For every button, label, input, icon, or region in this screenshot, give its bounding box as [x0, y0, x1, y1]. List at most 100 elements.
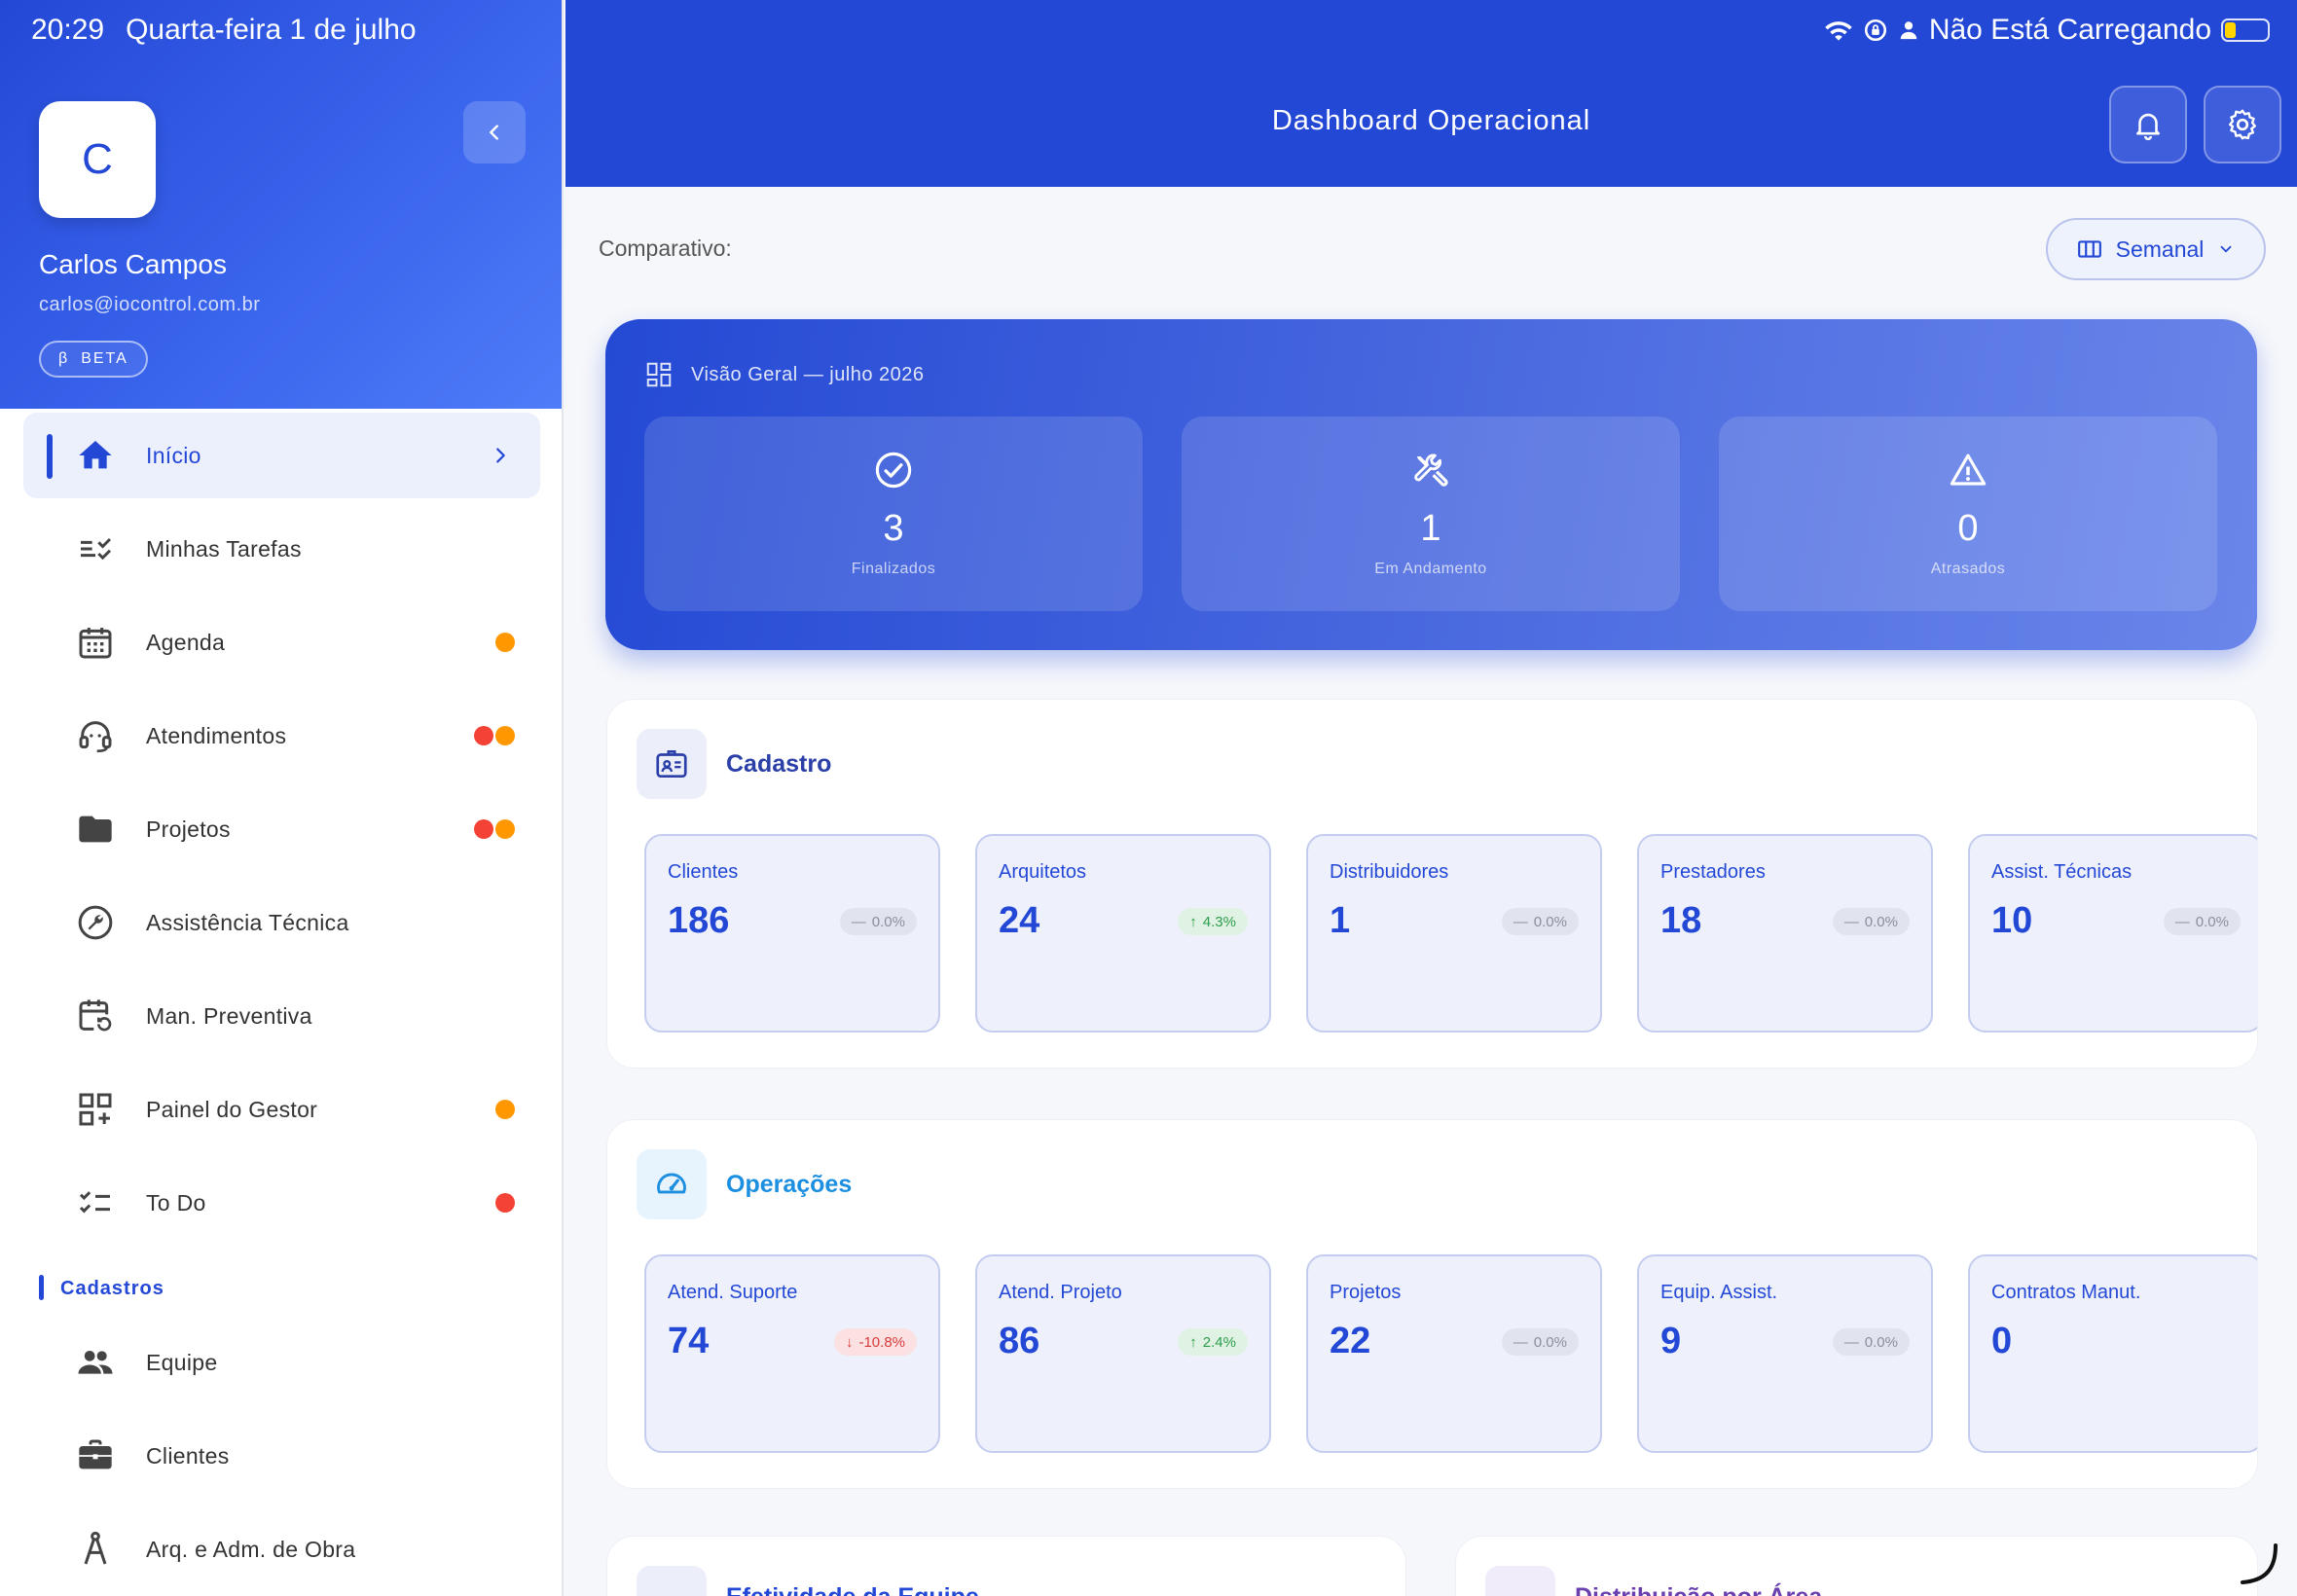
- status-date: Quarta-feira 1 de julho: [126, 14, 417, 46]
- trend-neutral-icon: —: [2174, 913, 2190, 930]
- sidebar-item-assistencia-tecnica[interactable]: Assistência Técnica: [23, 880, 540, 965]
- notification-dots: [495, 1193, 515, 1213]
- warning-icon: [1950, 453, 1987, 486]
- sidebar-item-label: Agenda: [146, 629, 226, 655]
- sidebar-item-label: Clientes: [146, 1442, 230, 1469]
- status-bar-right: Não Está Carregando: [1824, 14, 2270, 47]
- collapse-sidebar-button[interactable]: [463, 101, 526, 163]
- sidebar-item-label: To Do: [146, 1189, 206, 1215]
- stat-label: Contratos Manut.: [1991, 1282, 2141, 1303]
- stat-label: Atend. Suporte: [668, 1282, 798, 1303]
- avatar[interactable]: C: [39, 101, 156, 218]
- stat-card-arquitetos[interactable]: Arquitetos 24 ↑ 4.3%: [975, 834, 1271, 1033]
- top-bar: Não Está Carregando Dashboard Operaciona…: [565, 0, 2297, 187]
- sidebar-item-agenda[interactable]: Agenda: [23, 599, 540, 685]
- view-week-icon: [2077, 240, 2101, 258]
- stat-value: 0: [1991, 1321, 2013, 1361]
- sidebar-item-arq-adm-obra[interactable]: Arq. e Adm. de Obra: [23, 1506, 540, 1592]
- trend-value: 0.0%: [1533, 913, 1567, 930]
- overview-stat-em-andamento[interactable]: 1 Em Andamento: [1182, 417, 1680, 611]
- orange-dot: [495, 633, 515, 652]
- stat-label: Assist. Técnicas: [1991, 861, 2133, 883]
- sidebar-item-label: Projetos: [146, 816, 231, 842]
- stat-card-prestadores[interactable]: Prestadores 18 — 0.0%: [1637, 834, 1933, 1033]
- compass-icon: [74, 1528, 117, 1571]
- stat-card-distribuidores[interactable]: Distribuidores 1 — 0.0%: [1306, 834, 1602, 1033]
- stat-card-contratos-manut[interactable]: Contratos Manut. 0: [1968, 1254, 2257, 1453]
- notifications-button[interactable]: [2109, 86, 2187, 163]
- trend-neutral-icon: —: [851, 913, 866, 930]
- trend-value: 2.4%: [1202, 1333, 1236, 1351]
- overview-stat-value: 3: [883, 508, 904, 549]
- overview-title: Visão Geral — julho 2026: [691, 363, 925, 385]
- stat-value: 86: [999, 1321, 1040, 1361]
- sidebar-item-label: Equipe: [146, 1349, 218, 1375]
- stat-card-projetos[interactable]: Projetos 22 — 0.0%: [1306, 1254, 1602, 1453]
- stat-value: 10: [1991, 900, 2033, 941]
- speedometer-icon: [637, 1149, 707, 1219]
- sidebar-item-atendimentos[interactable]: Atendimentos: [23, 693, 540, 779]
- sidebar-item-clientes[interactable]: Clientes: [23, 1413, 540, 1499]
- stat-card-clientes[interactable]: Clientes 186 — 0.0%: [644, 834, 940, 1033]
- battery-icon: [2221, 18, 2270, 42]
- gear-icon: [2229, 109, 2256, 140]
- scroll-indicator-icon: [2241, 1543, 2278, 1584]
- notification-dots: [495, 1100, 515, 1119]
- stat-value: 9: [1660, 1321, 1682, 1361]
- wrench-icon: [74, 901, 117, 944]
- settings-button[interactable]: [2204, 86, 2281, 163]
- sidebar-item-inicio[interactable]: Início: [23, 413, 540, 498]
- overview-stat-label: Em Andamento: [1374, 561, 1487, 577]
- trend-badge: — 0.0%: [1501, 1328, 1579, 1356]
- arrow-up-icon: ↑: [1189, 913, 1197, 930]
- stat-label: Distribuidores: [1330, 861, 1449, 883]
- sidebar-item-projetos[interactable]: Projetos: [23, 786, 540, 872]
- home-icon: [74, 434, 117, 477]
- dashboard-icon: [646, 362, 672, 387]
- sidebar-item-painel-do-gestor[interactable]: Painel do Gestor: [23, 1067, 540, 1152]
- tools-icon: [1414, 453, 1448, 487]
- overview-stat-finalizados[interactable]: 3 Finalizados: [644, 417, 1143, 611]
- sidebar: 20:29 Quarta-feira 1 de julho C Carlos C…: [0, 0, 564, 1596]
- folder-icon: [74, 808, 117, 851]
- overview-stat-atrasados[interactable]: 0 Atrasados: [1719, 417, 2217, 611]
- sidebar-item-minhas-tarefas[interactable]: Minhas Tarefas: [23, 506, 540, 592]
- dashboard-add-icon: [74, 1088, 117, 1131]
- stat-card-atend-projeto[interactable]: Atend. Projeto 86 ↑ 2.4%: [975, 1254, 1271, 1453]
- stat-card-equip-assist[interactable]: Equip. Assist. 9 — 0.0%: [1637, 1254, 1933, 1453]
- people-icon: [74, 1341, 117, 1384]
- beta-badge: β BETA: [39, 341, 148, 378]
- sidebar-item-equipe[interactable]: Equipe: [23, 1320, 540, 1405]
- stat-value: 18: [1660, 900, 1702, 941]
- section-title-label: Cadastros: [60, 1277, 164, 1299]
- beta-label: BETA: [81, 350, 128, 367]
- comparativo-label: Comparativo:: [599, 236, 732, 261]
- trend-badge: — 0.0%: [2163, 908, 2241, 935]
- notification-dots: [495, 633, 515, 652]
- trend-badge: — 0.0%: [1832, 1328, 1910, 1356]
- notification-dots: [474, 726, 515, 745]
- sidebar-item-man-preventiva[interactable]: Man. Preventiva: [23, 973, 540, 1059]
- wifi-icon: [1825, 21, 1852, 41]
- red-dot: [495, 1193, 515, 1213]
- stat-card-assist-tecnicas[interactable]: Assist. Técnicas 10 — 0.0%: [1968, 834, 2257, 1033]
- sidebar-item-to-do[interactable]: To Do: [23, 1160, 540, 1246]
- battery-level: [2225, 22, 2236, 38]
- trend-badge: ↓ -10.8%: [833, 1328, 917, 1356]
- distribuicao-section: Distribuição por Área: [1455, 1536, 2258, 1596]
- page-title: Dashboard Operacional: [1271, 105, 1591, 136]
- trend-value: 0.0%: [1864, 913, 1898, 930]
- stat-card-atend-suporte[interactable]: Atend. Suporte 74 ↓ -10.8%: [644, 1254, 940, 1453]
- status-bar-left: 20:29 Quarta-feira 1 de julho: [31, 14, 417, 47]
- checklist-icon: [74, 1181, 117, 1224]
- trend-badge: — 0.0%: [1501, 908, 1579, 935]
- trend-value: 0.0%: [2195, 913, 2229, 930]
- bell-icon: [2136, 113, 2160, 141]
- sidebar-header: 20:29 Quarta-feira 1 de julho C Carlos C…: [0, 0, 562, 409]
- calendar-repeat-icon: [74, 995, 117, 1037]
- period-select[interactable]: Semanal: [2046, 218, 2266, 280]
- red-dot: [474, 726, 493, 745]
- trend-value: -10.8%: [858, 1333, 905, 1351]
- avatar-initial: C: [82, 135, 113, 183]
- overview-stat-value: 1: [1420, 508, 1441, 549]
